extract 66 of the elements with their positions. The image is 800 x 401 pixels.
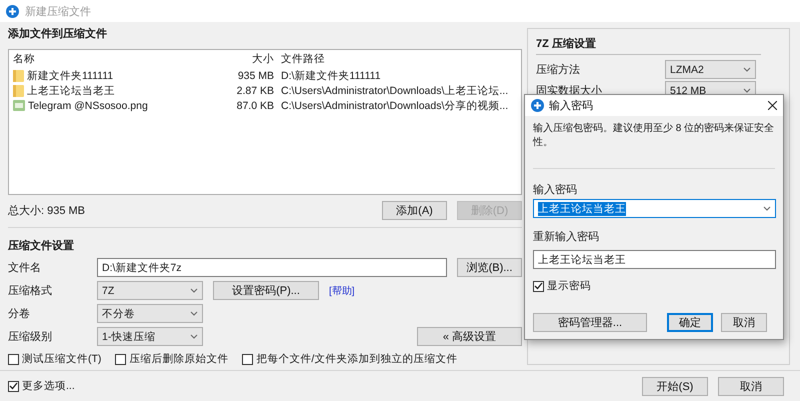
field-label: 压缩方法	[536, 62, 581, 77]
file-size: 87.0 KB	[236, 100, 274, 112]
dropdown[interactable]: 7Z	[97, 281, 203, 300]
dialog-button[interactable]: 密码管理器...	[533, 313, 647, 332]
window-title: 新建压缩文件	[25, 4, 91, 18]
option-label: 压缩后删除原始文件	[129, 352, 228, 366]
list-button[interactable]: 添加(A)	[382, 200, 447, 220]
total-size: 总大小: 935 MB	[8, 204, 86, 218]
dropdown[interactable]: 不分卷	[97, 304, 203, 323]
chevron-down-icon	[190, 288, 198, 293]
file-path: D:\新建文件夹111111	[281, 70, 381, 82]
action-button[interactable]: 浏览(B)...	[457, 258, 522, 277]
panel-heading: 7Z 压缩设置	[536, 36, 596, 51]
app-icon	[6, 4, 19, 18]
close-icon[interactable]	[768, 101, 777, 110]
column-header[interactable]: 文件路径	[281, 53, 325, 65]
dialog-button[interactable]: 取消	[720, 313, 767, 332]
option-label: 显示密码	[547, 279, 591, 293]
file-name: 新建文件夹111111	[27, 68, 114, 82]
file-size: 935 MB	[238, 70, 274, 82]
folder-icon	[13, 70, 24, 82]
dropdown[interactable]: LZMA2	[665, 60, 756, 79]
column-header[interactable]: 名称	[13, 52, 35, 66]
file-name: 上老王论坛当老王	[27, 84, 115, 98]
option-label: 把每个文件/文件夹添加到独立的压缩文件	[256, 352, 458, 366]
chevron-down-icon	[190, 311, 198, 316]
column-header[interactable]: 大小	[252, 53, 274, 65]
chevron-down-icon	[743, 88, 751, 93]
help-link[interactable]: [帮助]	[329, 284, 355, 298]
option-label: 更多选项...	[22, 379, 75, 393]
section-heading: 添加文件到压缩文件	[8, 26, 108, 42]
app-icon	[531, 99, 544, 112]
option-label: 测试压缩文件(T)	[22, 352, 102, 366]
footer-button[interactable]: 取消	[718, 376, 784, 396]
dropdown[interactable]: 1-快速压缩	[97, 327, 203, 346]
file-size: 2.87 KB	[236, 84, 274, 96]
password-field[interactable]: 上老王论坛当老王	[533, 250, 776, 269]
field-label: 输入密码	[533, 182, 578, 198]
chevron-down-icon	[763, 206, 771, 211]
checkbox[interactable]	[242, 354, 254, 364]
field-label: 压缩格式	[8, 284, 53, 298]
file-path: C:\Users\Administrator\Downloads\分享的视频...	[281, 100, 508, 112]
file-list[interactable]: 名称 大小 文件路径 新建文件夹111111 935 MB D:\新建文件夹111111 上老王论坛当老王 2.87 KB C:\Users\Administrator\Downloads\上老王论坛... Telegram @NSsosoo.png 87.0 KB C:\Users\Administrator\Downloads\分享的视频...	[8, 49, 522, 195]
section-heading: 压缩文件设置	[8, 238, 75, 254]
field-label: 文件名	[8, 260, 42, 275]
field-label: 重新输入密码	[533, 230, 600, 244]
password-field[interactable]: 上老王论坛当老王	[533, 199, 776, 218]
action-button[interactable]: « 高级设置	[417, 327, 522, 346]
folder-icon	[13, 84, 24, 96]
field-label: 分卷	[8, 307, 31, 321]
field-label: 压缩级别	[8, 330, 53, 344]
file-path: C:\Users\Administrator\Downloads\上老王论坛...	[281, 84, 508, 96]
dialog-title: 输入密码	[549, 98, 594, 113]
checkbox[interactable]	[533, 280, 544, 292]
checkbox[interactable]	[115, 354, 126, 364]
chevron-down-icon	[743, 67, 751, 72]
image-file-icon	[13, 100, 25, 111]
action-button[interactable]: 设置密码(P)...	[213, 281, 319, 300]
chevron-down-icon	[190, 334, 198, 339]
filename-field[interactable]: D:\新建文件夹7z	[97, 258, 447, 277]
checkbox[interactable]	[8, 380, 19, 392]
dialog-message: 输入压缩包密码。建议使用至少 8 位的密码来保证安全性。	[533, 122, 775, 150]
file-name: Telegram @NSsosoo.png	[28, 100, 148, 112]
footer-button[interactable]: 开始(S)	[642, 376, 708, 396]
dialog-button[interactable]: 确定	[666, 313, 713, 332]
checkbox[interactable]	[8, 354, 19, 364]
